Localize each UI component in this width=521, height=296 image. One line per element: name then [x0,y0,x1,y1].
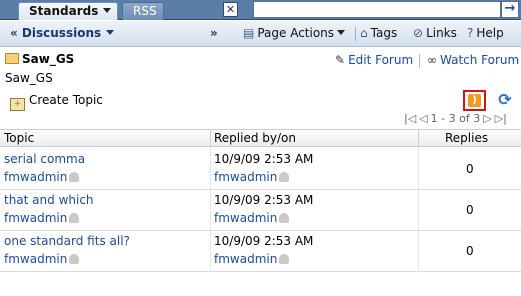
links-label: Links [426,26,457,40]
author-name[interactable]: fmwadmin [4,211,67,225]
last-page-icon[interactable]: ▷| [495,112,507,125]
table-header: Topic Replied by/on Replies [0,129,521,147]
author-name[interactable]: fmwadmin [4,252,67,266]
author-link[interactable]: fmwadmin [4,170,80,184]
user-icon [279,213,290,223]
topic-link[interactable]: one standard fits all? [4,234,130,248]
tags-button[interactable]: ⌂ Tags [360,26,397,40]
reply-count: 0 [466,244,474,258]
folder-icon [5,53,19,64]
topic-link[interactable]: that and which [4,193,94,207]
refresh-icon[interactable]: ⟳ [496,91,514,109]
chevron-down-icon [337,30,346,35]
reply-date: 10/9/09 2:53 AM [214,152,314,166]
watch-forum-label: Watch Forum [440,53,520,67]
column-divider [210,148,211,190]
help-button[interactable]: ? Help [467,26,504,40]
glasses-icon: ∞ [427,53,437,67]
close-icon[interactable]: ✕ [223,2,238,17]
author-name[interactable]: fmwadmin [4,170,67,184]
chevron-down-icon[interactable] [103,8,112,13]
page-range: 1 - 3 of 3 [430,112,481,125]
table-row: serial comma fmwadmin 10/9/09 2:53 AM fm… [0,148,521,190]
author-link[interactable]: fmwadmin [4,211,80,225]
discussions-title: « Discussions [10,26,102,40]
expand-icon[interactable]: » [210,26,218,40]
pencil-icon: ✎ [335,53,346,67]
user-icon [69,213,80,223]
user-icon [69,172,80,182]
column-divider [210,189,211,231]
column-divider [418,230,419,272]
edit-forum-label: Edit Forum [348,53,414,67]
author-link[interactable]: fmwadmin [4,252,80,266]
tab-strip: Standards RSS ✕ → [0,0,521,20]
forum-title: Saw_GS [5,52,74,66]
page-actions-label: Page Actions [257,26,335,40]
forum-name-text: Saw_GS [22,52,75,66]
replier-name[interactable]: fmwadmin [214,170,277,184]
user-icon [279,172,290,182]
create-topic-button[interactable]: + Create Topic [10,93,103,111]
forum-subtitle: Saw_GS [5,71,53,85]
chevron-down-icon[interactable] [106,30,115,35]
column-divider [418,130,419,147]
tab-rss-label: RSS [133,4,157,18]
help-label: Help [476,26,504,40]
links-button[interactable]: ⊘ Links [413,26,457,40]
page-actions-icon: ▤ [243,26,255,40]
column-divider [418,189,419,231]
search-input[interactable] [253,1,501,18]
column-header-topic[interactable]: Topic [4,131,34,145]
replier-link[interactable]: fmwadmin [214,211,290,225]
new-topic-icon: + [10,98,25,111]
tab-standards[interactable]: Standards [18,2,118,20]
prev-page-icon[interactable]: ◁ [419,112,427,125]
discussions-header: « Discussions » ▤ Page Actions ⌂ Tags ⊘ Lin… [0,21,521,47]
user-icon [69,254,80,264]
replier-link[interactable]: fmwadmin [214,170,290,184]
go-arrow-button[interactable]: → [501,1,519,18]
discussions-menu[interactable]: « Discussions [10,26,115,40]
replier-name[interactable]: fmwadmin [214,211,277,225]
column-divider [210,130,211,147]
tab-rss[interactable]: RSS [122,2,164,20]
reply-count: 0 [466,162,474,176]
topic-link[interactable]: serial comma [4,152,85,166]
watch-forum-link[interactable]: ∞ Watch Forum [427,53,519,67]
replier-name[interactable]: fmwadmin [214,252,277,266]
column-header-replies[interactable]: Replies [445,131,488,145]
first-page-icon[interactable]: |◁ [404,112,416,125]
rss-icon: ) [468,94,481,107]
reply-count: 0 [466,203,474,217]
column-divider [418,148,419,190]
reply-date: 10/9/09 2:53 AM [214,193,314,207]
rss-feed-button[interactable]: ) [463,90,486,111]
tags-label: Tags [370,26,398,40]
replier-link[interactable]: fmwadmin [214,252,290,266]
table-row: that and which fmwadmin 10/9/09 2:53 AM … [0,189,521,231]
user-icon [279,254,290,264]
column-divider [210,230,211,272]
page-actions-menu[interactable]: ▤ Page Actions [243,26,346,40]
divider [355,27,356,41]
create-topic-label: Create Topic [29,93,103,107]
column-header-replied[interactable]: Replied by/on [214,131,296,145]
pagination: |◁ ◁ 1 - 3 of 3 ▷ ▷| [404,112,510,125]
tag-icon: ⌂ [360,26,368,40]
table-row: one standard fits all? fmwadmin 10/9/09 … [0,230,521,272]
tab-standards-label: Standards [29,4,99,18]
divider [419,54,420,68]
link-icon: ⊘ [413,26,424,40]
next-page-icon[interactable]: ▷ [483,112,491,125]
help-icon: ? [467,26,474,40]
edit-forum-link[interactable]: ✎ Edit Forum [335,53,413,67]
reply-date: 10/9/09 2:53 AM [214,234,314,248]
